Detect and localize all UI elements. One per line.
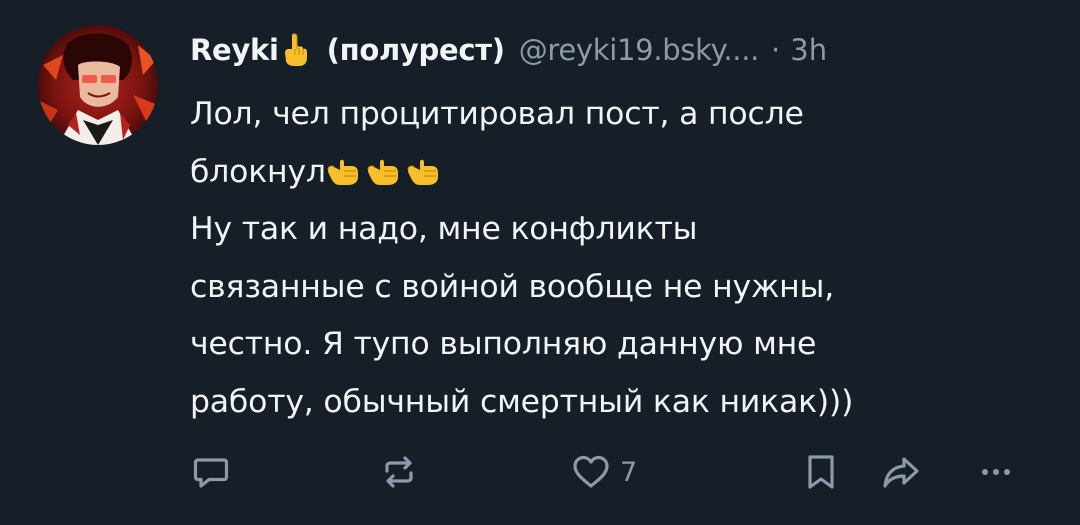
bookmark-icon [808,455,834,489]
post-text-line: блокнул [190,153,326,190]
author-display-name-suffix[interactable]: (полурест) [327,33,505,67]
post-actions-bar: 7 [190,448,1040,496]
call-me-hand-emoji-icon [326,148,360,185]
like-count: 7 [620,456,638,488]
post-text-line: связанные с войной вообще не нужны, [190,268,835,305]
reply-icon [193,458,229,488]
share-button[interactable] [880,448,922,496]
repost-icon [385,456,413,488]
author-display-name[interactable]: Reyki [190,33,279,67]
post-text-line: честно. Я тупо выполняю данную мне [190,326,817,362]
like-button[interactable]: 7 [570,448,637,496]
author-handle[interactable]: @reyki19.bsky.... [519,33,760,67]
reply-button[interactable] [190,448,232,496]
post-text: Лол, чел процитировал пост, а после блок… [190,86,1050,431]
call-me-hand-emoji-icon [406,148,440,185]
post-text-line-with-emoji: блокнул [190,144,1050,202]
author-avatar[interactable] [38,25,158,145]
post-header: Reyki (полурест) @reyki19.bsky.... · 3h [190,28,827,72]
post[interactable]: Reyki (полурест) @reyki19.bsky.... · 3h … [0,0,1080,525]
post-text-line: Лол, чел процитировал пост, а после [190,96,804,132]
call-me-hand-emoji-icon [366,148,400,185]
more-options-button[interactable] [975,448,1017,496]
index-pointing-up-emoji-icon [283,33,309,67]
post-timestamp[interactable]: 3h [790,33,827,67]
post-text-line: Ну так и надо, мне конфликты [190,211,698,247]
post-text-line: работу, обычный смертный как никак))) [190,383,854,420]
repost-button[interactable] [378,448,420,496]
heart-icon [573,455,609,488]
more-icon [982,469,1010,475]
share-icon [883,457,919,488]
bookmark-button[interactable] [800,448,842,496]
separator-dot: · [771,33,781,67]
